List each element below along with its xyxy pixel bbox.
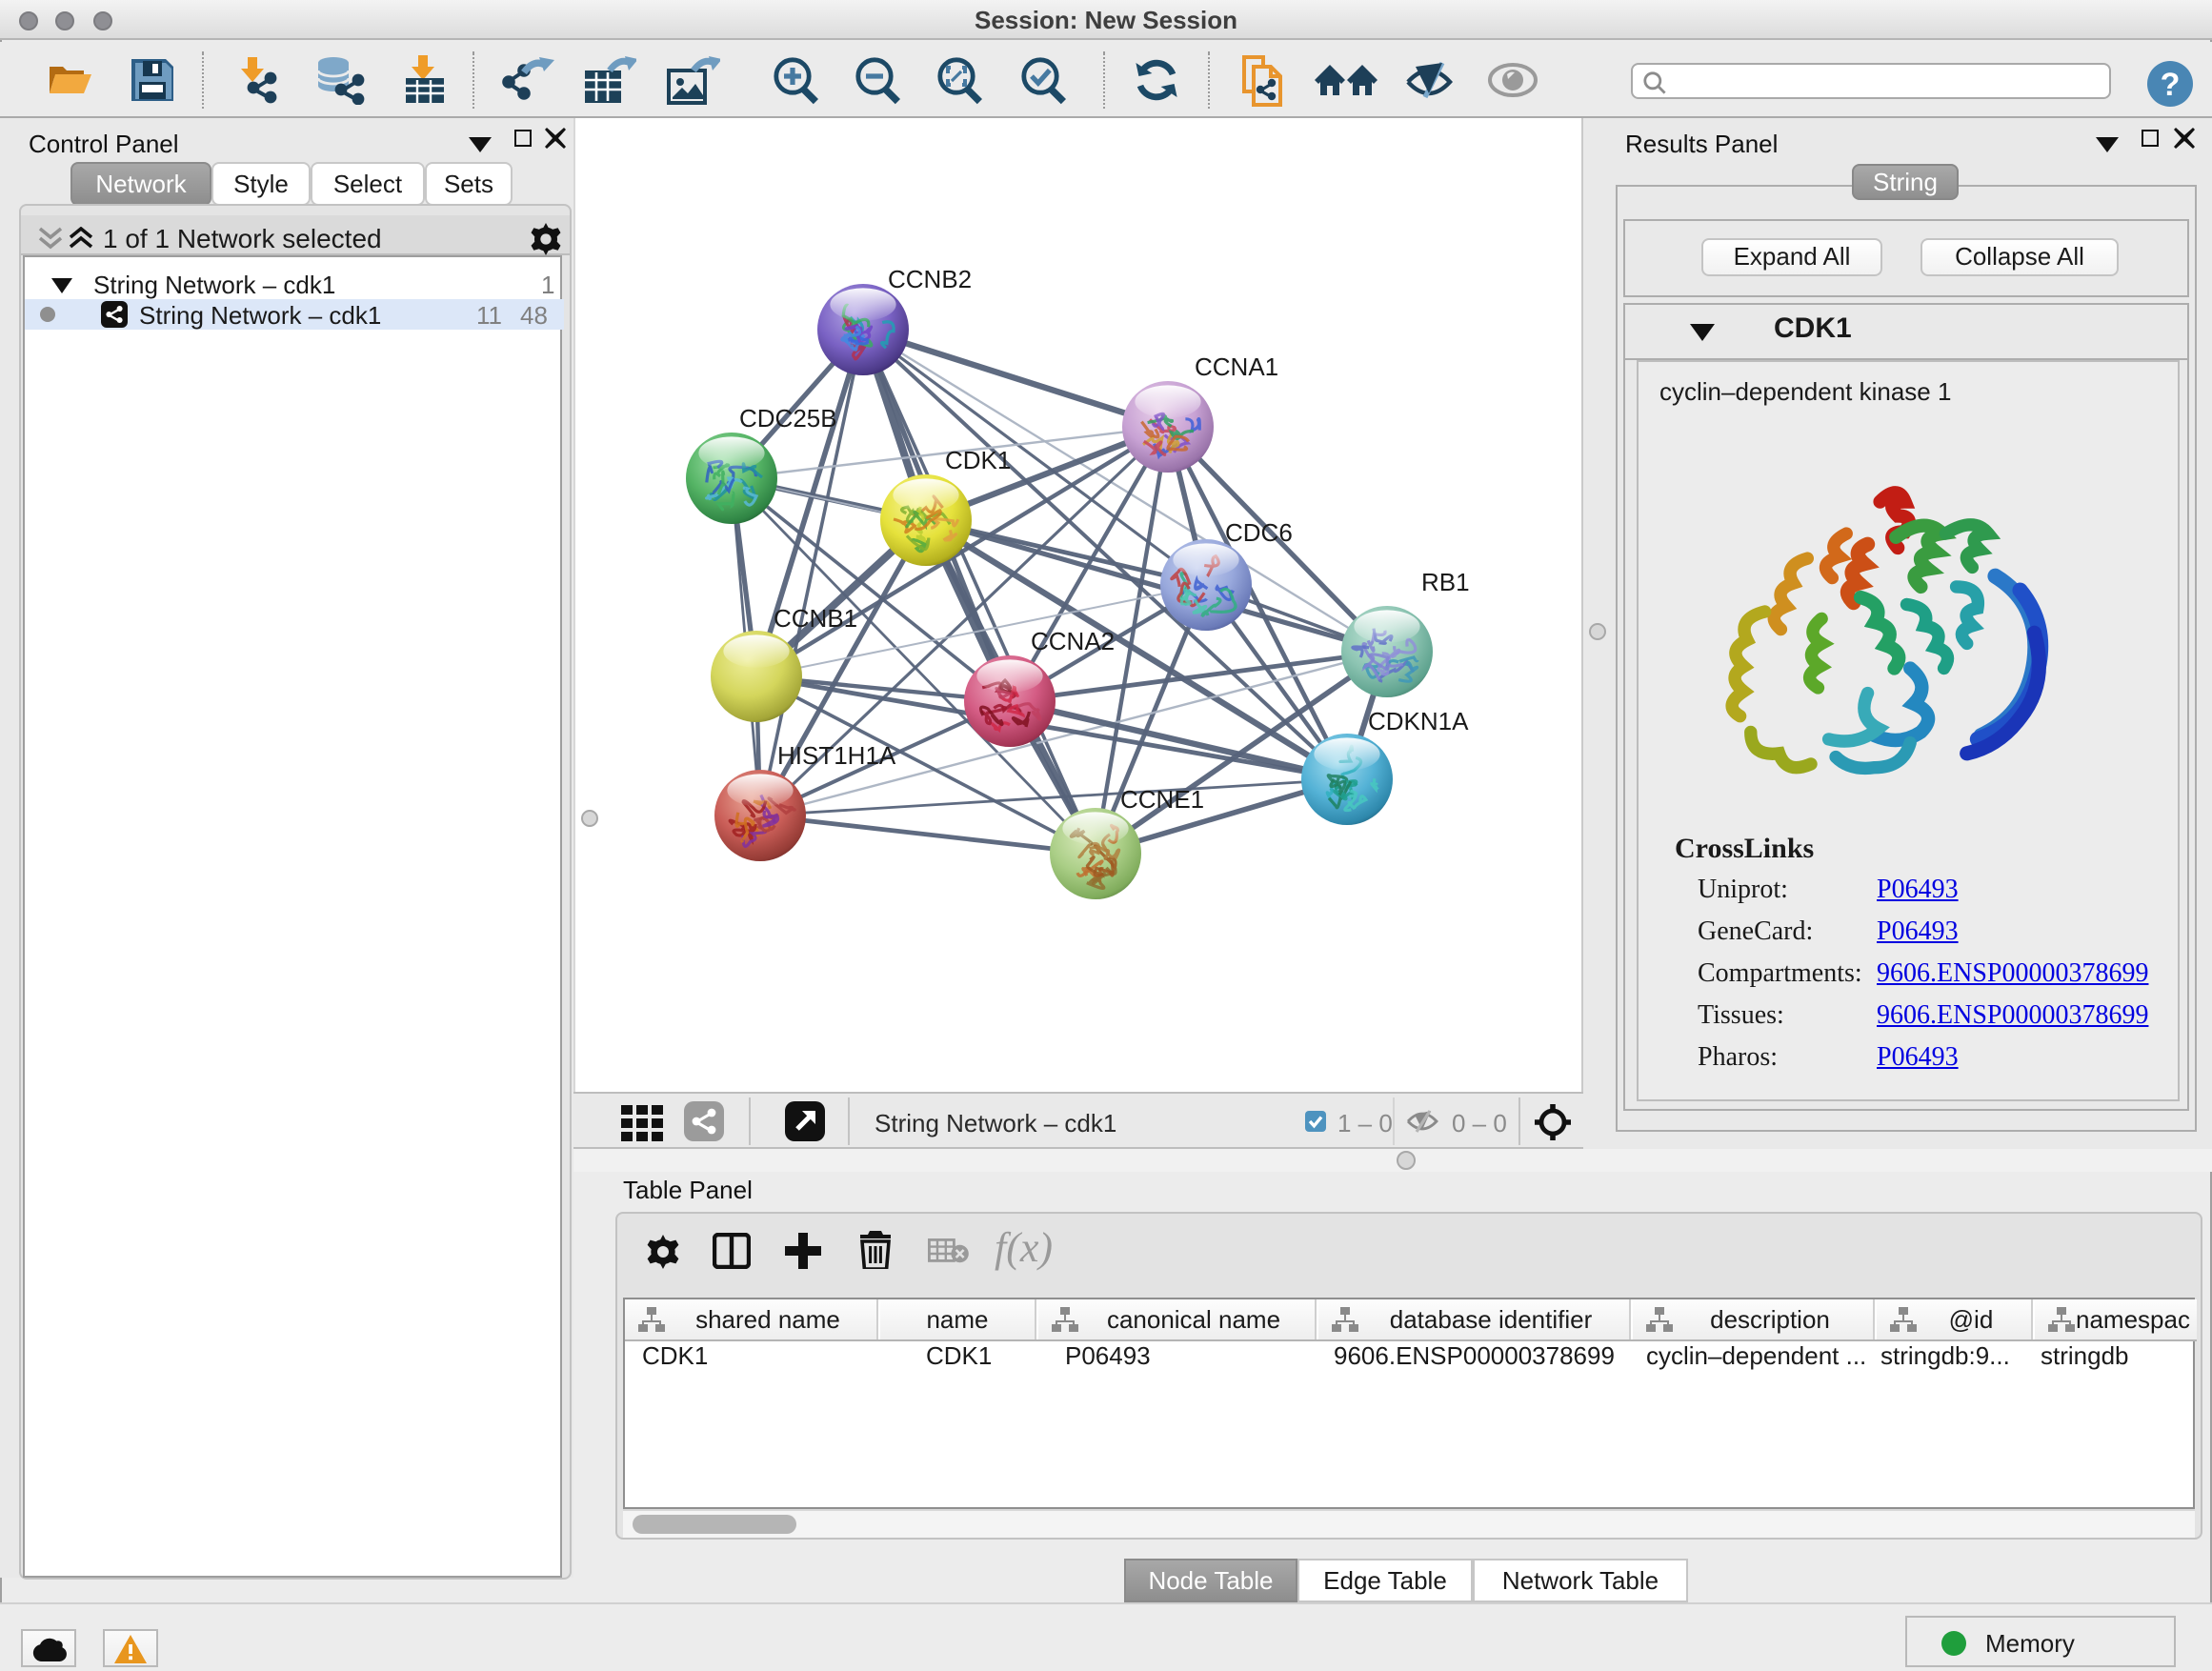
svg-text:CDC6: CDC6 — [1225, 518, 1293, 547]
svg-text:CCNA2: CCNA2 — [1031, 627, 1115, 655]
svg-text:CCNA1: CCNA1 — [1195, 352, 1278, 381]
svg-text:RB1: RB1 — [1421, 568, 1470, 596]
svg-text:CCNE1: CCNE1 — [1120, 785, 1204, 814]
svg-text:?: ? — [2161, 67, 2181, 103]
svg-text:CDK1: CDK1 — [945, 446, 1011, 474]
svg-text:CCNB1: CCNB1 — [774, 604, 857, 633]
svg-text:CCNB2: CCNB2 — [888, 265, 972, 293]
svg-text:HIST1H1A: HIST1H1A — [777, 741, 896, 770]
svg-text:CDC25B: CDC25B — [739, 404, 837, 433]
svg-text:CDKN1A: CDKN1A — [1368, 707, 1469, 735]
